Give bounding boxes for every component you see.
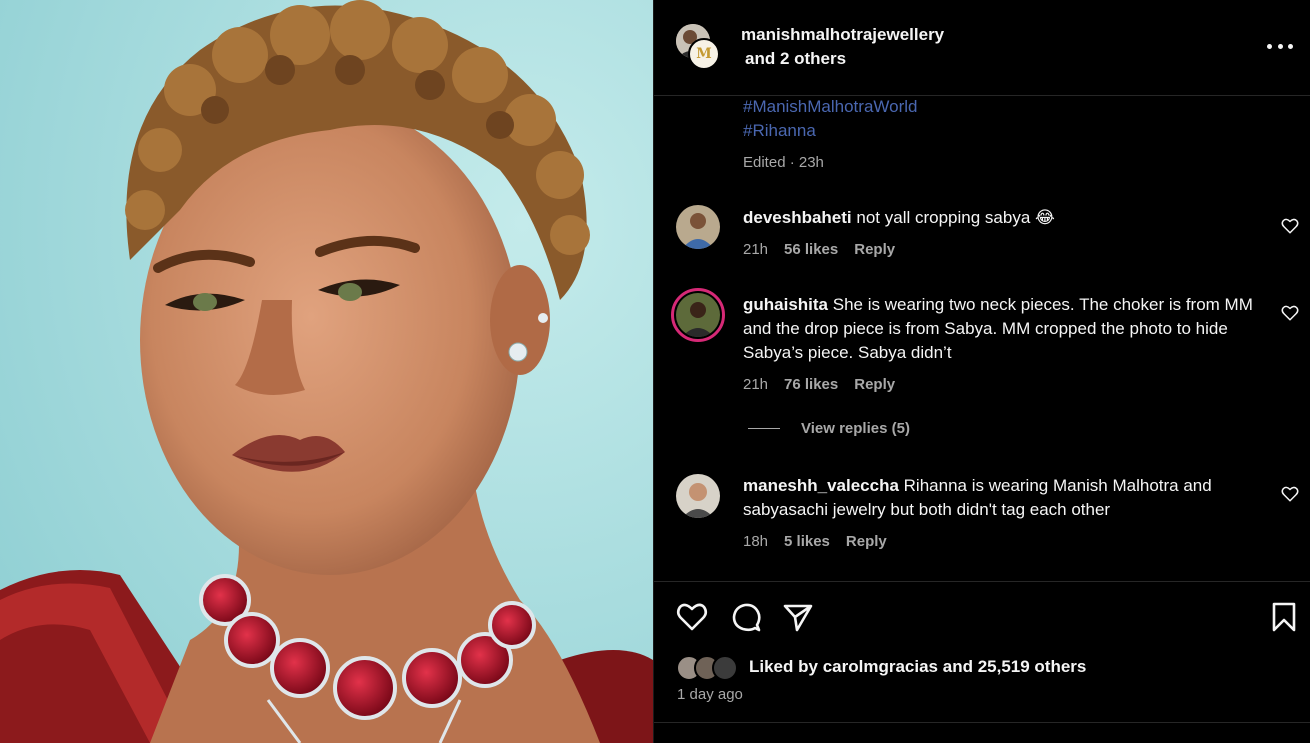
heart-icon[interactable] [1281, 304, 1299, 322]
person-photo-icon [676, 205, 720, 249]
heart-icon[interactable] [1281, 217, 1299, 235]
comment-likes[interactable]: 56 likes [784, 241, 838, 258]
hashtag-link[interactable]: #ManishMalhotraWorld [743, 97, 917, 117]
reply-button[interactable]: Reply [854, 241, 895, 258]
comment-text: maneshh_valeccha Rihanna is wearing Mani… [743, 474, 1268, 522]
heart-icon[interactable] [1281, 485, 1299, 503]
divider [654, 722, 1310, 723]
paper-plane-icon[interactable] [782, 601, 814, 633]
comment-text: deveshbaheti not yall cropping sabya 😂 [743, 206, 1268, 230]
comment-likes[interactable]: 76 likes [784, 376, 838, 393]
reply-button[interactable]: Reply [846, 533, 887, 550]
commenter-avatar[interactable] [676, 474, 720, 518]
likes-others-link[interactable]: 25,519 others [978, 657, 1087, 676]
post-image-illustration [0, 0, 653, 743]
person-photo-icon [676, 474, 720, 518]
reply-button[interactable]: Reply [854, 376, 895, 393]
liker-avatar [712, 655, 738, 681]
comment-meta: 21h 56 likes Reply [743, 241, 895, 258]
brand-logo-avatar[interactable]: M [688, 38, 720, 70]
post-timestamp[interactable]: 1 day ago [677, 686, 743, 703]
hashtag-link[interactable]: #Rihanna [743, 121, 816, 141]
divider [654, 581, 1310, 582]
post-header: M manishmalhotrajewellery and 2 others [654, 0, 1310, 96]
commenter-avatar-story-ring[interactable] [671, 288, 725, 342]
likes-prefix: Liked by [749, 657, 818, 676]
liker-avatars[interactable] [676, 655, 744, 681]
comment-time[interactable]: 18h [743, 533, 768, 550]
view-replies-line [748, 428, 780, 429]
person-photo-icon [676, 293, 720, 337]
comment-meta: 18h 5 likes Reply [743, 533, 887, 550]
view-replies-button[interactable]: View replies (5) [748, 420, 910, 437]
comment-bubble-icon[interactable] [730, 601, 762, 633]
coauthors-link[interactable]: and 2 others [745, 49, 846, 69]
likes-summary: Liked by carolmgracias and 25,519 others [749, 657, 1086, 677]
post-photo[interactable] [0, 0, 653, 743]
comment-body: not yall cropping sabya 😂 [856, 208, 1055, 227]
heart-icon[interactable] [676, 601, 708, 633]
view-replies-label: View replies (5) [801, 420, 910, 437]
comment-time[interactable]: 21h [743, 376, 768, 393]
commenter-avatar[interactable] [676, 205, 720, 249]
comment-username[interactable]: deveshbaheti [743, 208, 852, 227]
liker-username[interactable]: carolmgracias [823, 657, 938, 676]
comment-likes[interactable]: 5 likes [784, 533, 830, 550]
author-username[interactable]: manishmalhotrajewellery [741, 25, 944, 45]
brand-logo-letter: M [696, 46, 712, 62]
comment-username[interactable]: guhaishita [743, 295, 828, 314]
comment-time[interactable]: 21h [743, 241, 768, 258]
comment-meta: 21h 76 likes Reply [743, 376, 895, 393]
comment-username[interactable]: maneshh_valeccha [743, 476, 899, 495]
comment-text: guhaishita She is wearing two neck piece… [743, 293, 1268, 365]
edited-timestamp: Edited · 23h [743, 154, 824, 171]
likes-joiner: and [942, 657, 973, 676]
post-detail-panel: M manishmalhotrajewellery and 2 others #… [653, 0, 1310, 743]
more-options-icon[interactable] [1267, 34, 1293, 58]
bookmark-icon[interactable] [1268, 601, 1300, 633]
author-avatar-stack[interactable]: M [676, 24, 724, 72]
